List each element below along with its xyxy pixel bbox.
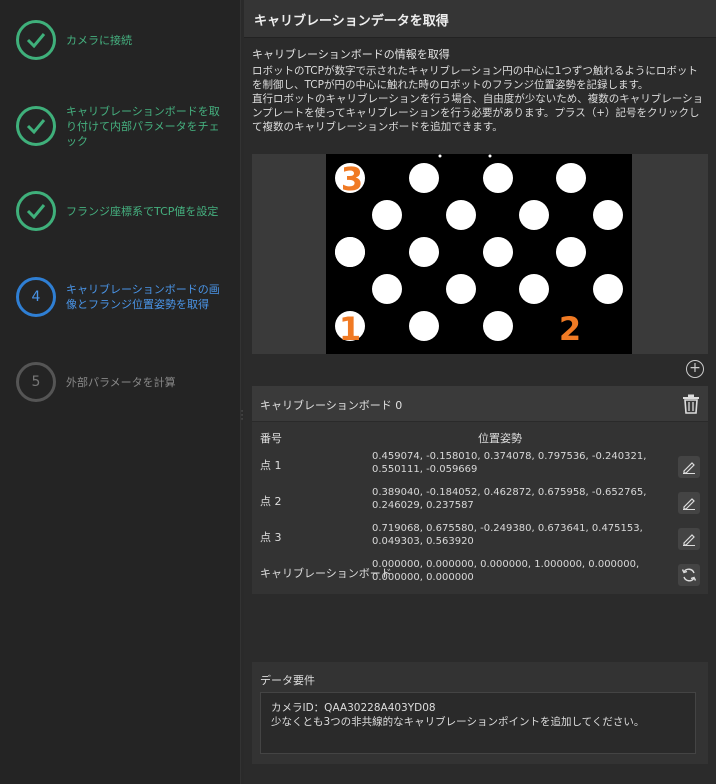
board-dot (593, 200, 623, 230)
table-row: 点 3 0.719068, 0.675580, -0.249380, 0.673… (252, 522, 708, 558)
step-sidebar: カメラに接続 キャリブレーションボードを取り付けて内部パラメータをチェック フラ… (0, 0, 240, 784)
table-row: 点 2 0.389040, -0.184052, 0.462872, 0.675… (252, 486, 708, 522)
board-dot (483, 311, 513, 341)
board-dot (483, 163, 513, 193)
board-dot (519, 200, 549, 230)
edit-icon (683, 534, 695, 546)
row-label: 点 1 (260, 459, 282, 472)
step-capture-board[interactable]: 4 キャリブレーションボードの画像とフランジ位置姿勢を取得 (0, 267, 240, 327)
board-dot (446, 274, 476, 304)
step-number: 4 (16, 277, 56, 317)
board-dot (409, 163, 439, 193)
col-header-number: 番号 (260, 432, 282, 445)
board-marker-2: 2 (559, 310, 581, 348)
step-set-tcp[interactable]: フランジ座標系でTCP値を設定 (0, 181, 240, 241)
check-icon (16, 191, 56, 231)
board-image-area: 3 1 2 (252, 154, 708, 354)
refresh-board-pose-button[interactable] (678, 564, 700, 586)
board-dot (446, 200, 476, 230)
step-label: カメラに接続 (66, 33, 132, 47)
data-capture-panel: キャリブレーションデータを取得 キャリブレーションボードの情報を取得 ロボットの… (244, 0, 716, 784)
data-requirements: データ要件 カメラID：QAA30228A403YD08 少なくとも3つの非共線… (252, 662, 708, 764)
board-dot (409, 237, 439, 267)
board-marker-3: 3 (341, 160, 363, 198)
table-row: 点 1 0.459074, -0.158010, 0.374078, 0.797… (252, 450, 708, 486)
info-title: キャリブレーションボードの情報を取得 (252, 48, 450, 61)
board-dot (372, 274, 402, 304)
step-calc-extrinsics[interactable]: 5 外部パラメータを計算 (0, 352, 240, 412)
table-row: キャリブレーションボード 0.000000, 0.000000, 0.00000… (252, 558, 708, 594)
edit-point-1-button[interactable] (678, 456, 700, 478)
row-label: 点 3 (260, 531, 282, 544)
board-dot (335, 237, 365, 267)
edit-icon (683, 498, 695, 510)
requirements-content: カメラID：QAA30228A403YD08 少なくとも3つの非共線的なキャリブ… (260, 692, 696, 754)
panel-title: キャリブレーションデータを取得 (244, 0, 716, 38)
check-icon (16, 20, 56, 60)
row-label: 点 2 (260, 495, 282, 508)
row-pose-value: 0.719068, 0.675580, -0.249380, 0.673641,… (372, 523, 643, 547)
step-label: キャリブレーションボードの画像とフランジ位置姿勢を取得 (66, 283, 220, 311)
requirements-title: データ要件 (260, 674, 315, 687)
add-board-button[interactable]: + (686, 360, 704, 378)
edit-icon (683, 462, 695, 474)
board-card-header: キャリブレーションボード 0 (252, 386, 708, 422)
calibration-board-image: 3 1 2 (326, 154, 632, 354)
board-marker-1: 1 (339, 310, 361, 348)
board-dot (593, 274, 623, 304)
trash-icon (683, 394, 699, 414)
edit-point-2-button[interactable] (678, 492, 700, 514)
board-dot (556, 163, 586, 193)
step-label: フランジ座標系でTCP値を設定 (66, 204, 219, 218)
camera-id-text: カメラID：QAA30228A403YD08 (271, 702, 436, 714)
board-dot (519, 274, 549, 304)
info-text-1: ロボットのTCPが数字で示されたキャリブレーション円の中心に1つずつ触れるように… (252, 65, 698, 91)
step-check-intrinsics[interactable]: キャリブレーションボードを取り付けて内部パラメータをチェック (0, 96, 240, 156)
row-pose-value: 0.389040, -0.184052, 0.462872, 0.675958,… (372, 487, 647, 511)
board-title: キャリブレーションボード 0 (260, 399, 403, 412)
step-connect-camera[interactable]: カメラに接続 (0, 10, 240, 70)
col-header-pose: 位置姿勢 (478, 432, 522, 445)
step-label: 外部パラメータを計算 (66, 375, 176, 389)
check-icon (16, 106, 56, 146)
board-dot (409, 311, 439, 341)
board-dot (372, 200, 402, 230)
row-pose-value: 0.000000, 0.000000, 0.000000, 1.000000, … (372, 559, 640, 583)
board-dot (556, 237, 586, 267)
edit-point-3-button[interactable] (678, 528, 700, 550)
step-number: 5 (16, 362, 56, 402)
info-text-2: 直行ロボットのキャリブレーションを行う場合、自由度が少ないため、複数のキャリブレ… (252, 93, 704, 133)
refresh-icon (681, 568, 697, 582)
board-dot (483, 237, 513, 267)
calibration-board-card: キャリブレーションボード 0 番号 位置姿勢 点 1 0.459074, -0.… (252, 386, 708, 594)
row-pose-value: 0.459074, -0.158010, 0.374078, 0.797536,… (372, 451, 647, 475)
step-label: キャリブレーションボードを取り付けて内部パラメータをチェック (66, 104, 220, 148)
delete-board-button[interactable] (682, 394, 700, 414)
requirements-note: 少なくとも3つの非共線的なキャリブレーションポイントを追加してください。 (271, 716, 645, 728)
board-info: キャリブレーションボードの情報を取得 ロボットのTCPが数字で示されたキャリブレ… (252, 48, 708, 134)
